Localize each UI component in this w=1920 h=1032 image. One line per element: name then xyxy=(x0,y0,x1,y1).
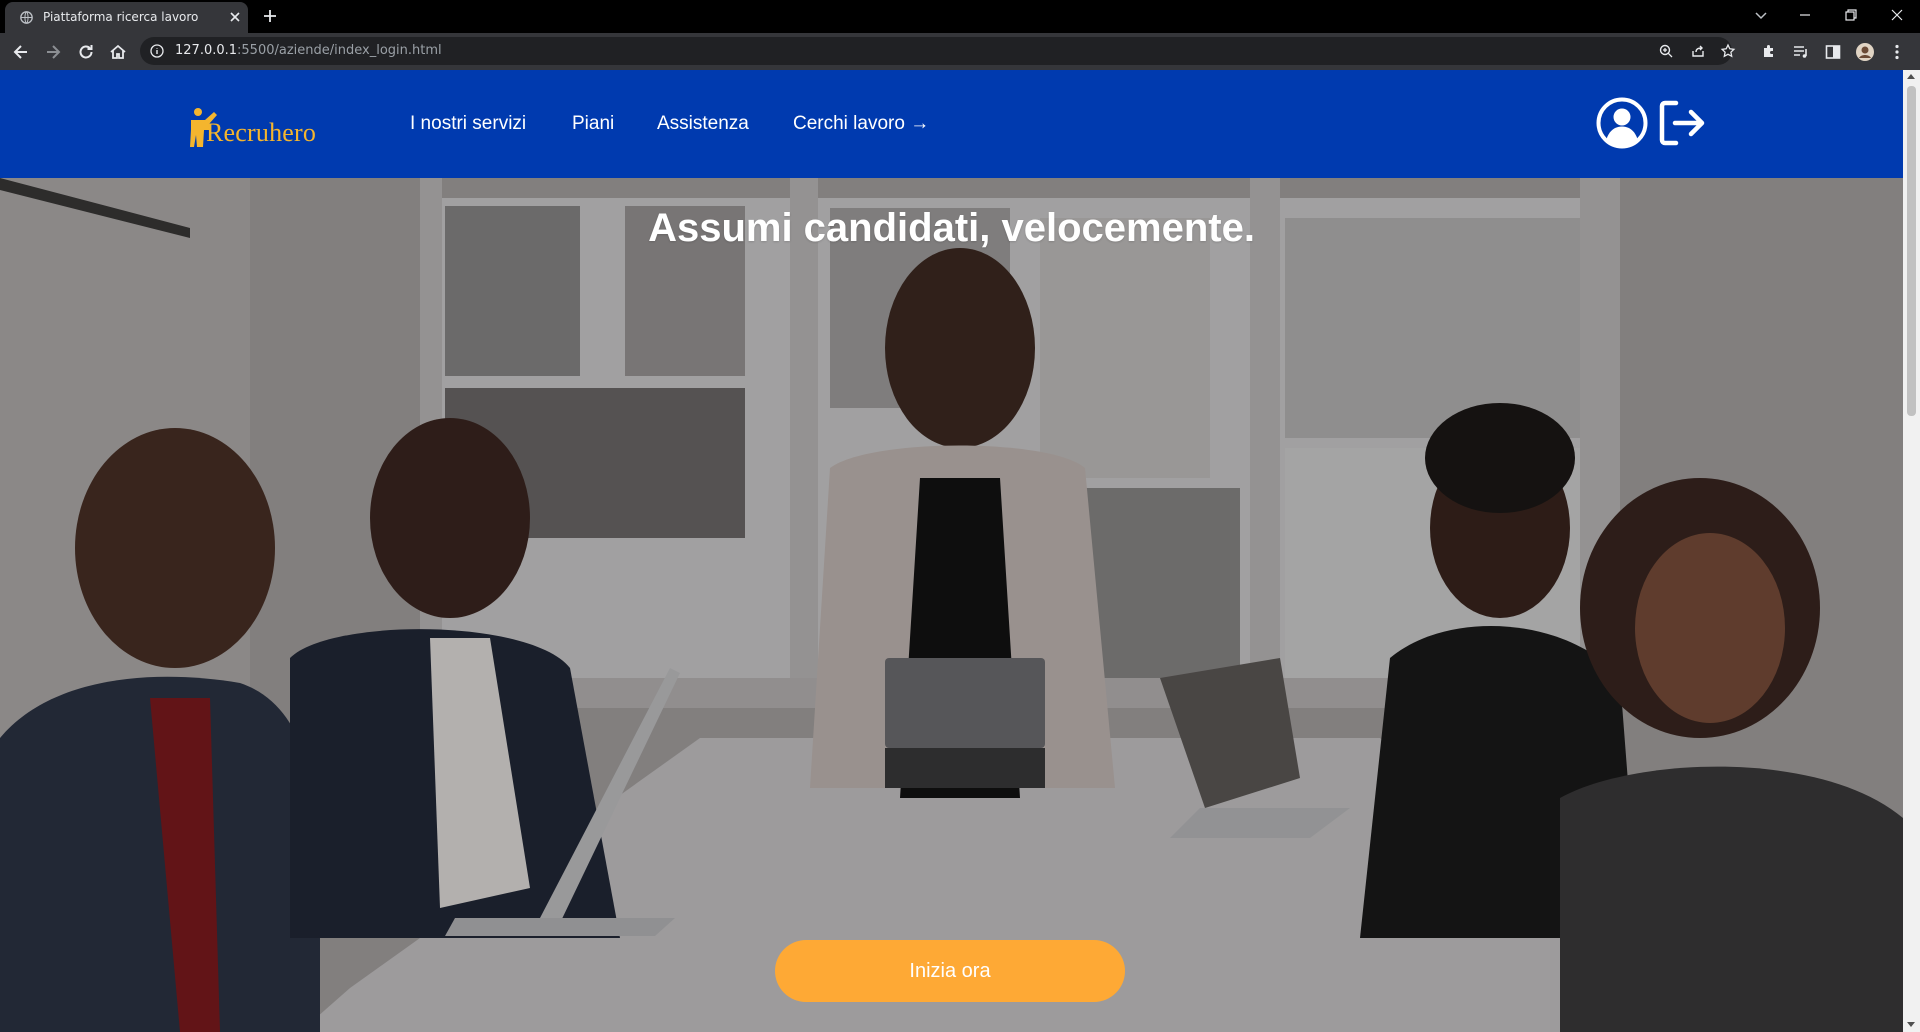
address-bar[interactable]: 127.0.0.1:5500/aziende/index_login.html xyxy=(140,37,1736,65)
hero-title: Assumi candidati, velocemente. xyxy=(648,206,1255,250)
brand-name: Recruhero xyxy=(206,118,317,147)
media-control-icon[interactable] xyxy=(1791,42,1811,62)
nav-link-assistenza[interactable]: Assistenza xyxy=(657,113,749,135)
tab-search-chevron-icon[interactable] xyxy=(1752,6,1770,24)
new-tab-icon[interactable] xyxy=(261,7,279,25)
home-icon[interactable] xyxy=(108,42,128,62)
star-icon[interactable] xyxy=(1720,43,1736,59)
nav-link-servizi[interactable]: I nostri servizi xyxy=(410,113,526,135)
share-icon[interactable] xyxy=(1690,43,1706,59)
info-icon[interactable] xyxy=(150,44,164,58)
tab-title: Piattaforma ricerca lavoro xyxy=(43,10,199,24)
zoom-icon[interactable] xyxy=(1658,43,1674,59)
extensions-icon[interactable] xyxy=(1759,42,1779,62)
profile-avatar-icon[interactable] xyxy=(1855,42,1875,62)
forward-arrow-icon[interactable] xyxy=(43,42,63,62)
back-arrow-icon[interactable] xyxy=(11,42,31,62)
page-viewport: Recruhero I nostri servizi Piani Assiste… xyxy=(0,70,1903,1032)
globe-icon xyxy=(20,11,33,24)
scroll-thumb[interactable] xyxy=(1907,86,1916,416)
logout-icon[interactable] xyxy=(1656,96,1710,150)
nav-link-cerchi-lavoro[interactable]: Cerchi lavoro → xyxy=(793,113,929,135)
scroll-up-arrow-icon[interactable] xyxy=(1907,74,1915,79)
menu-kebab-icon[interactable] xyxy=(1887,42,1907,62)
side-panel-icon[interactable] xyxy=(1823,42,1843,62)
browser-tab[interactable]: Piattaforma ricerca lavoro xyxy=(5,2,248,33)
browser-tab-strip: Piattaforma ricerca lavoro xyxy=(0,0,1920,33)
window-close-icon[interactable] xyxy=(1888,6,1906,24)
restore-icon[interactable] xyxy=(1842,6,1860,24)
close-icon[interactable] xyxy=(227,9,243,25)
user-circle-icon[interactable] xyxy=(1595,96,1649,150)
start-now-button[interactable]: Inizia ora xyxy=(775,940,1125,1002)
team-meeting-photo xyxy=(0,178,1903,1032)
hero-section: Assumi candidati, velocemente. Inizia or… xyxy=(0,178,1903,1032)
minimize-icon[interactable] xyxy=(1796,6,1814,24)
url-text[interactable]: 127.0.0.1:5500/aziende/index_login.html xyxy=(175,43,442,58)
reload-icon[interactable] xyxy=(76,42,96,62)
nav-link-piani[interactable]: Piani xyxy=(572,113,614,135)
scroll-down-arrow-icon[interactable] xyxy=(1907,1022,1915,1027)
page-scrollbar[interactable] xyxy=(1903,70,1920,1032)
site-navbar: Recruhero I nostri servizi Piani Assiste… xyxy=(0,70,1903,178)
browser-toolbar: 127.0.0.1:5500/aziende/index_login.html xyxy=(0,33,1920,70)
